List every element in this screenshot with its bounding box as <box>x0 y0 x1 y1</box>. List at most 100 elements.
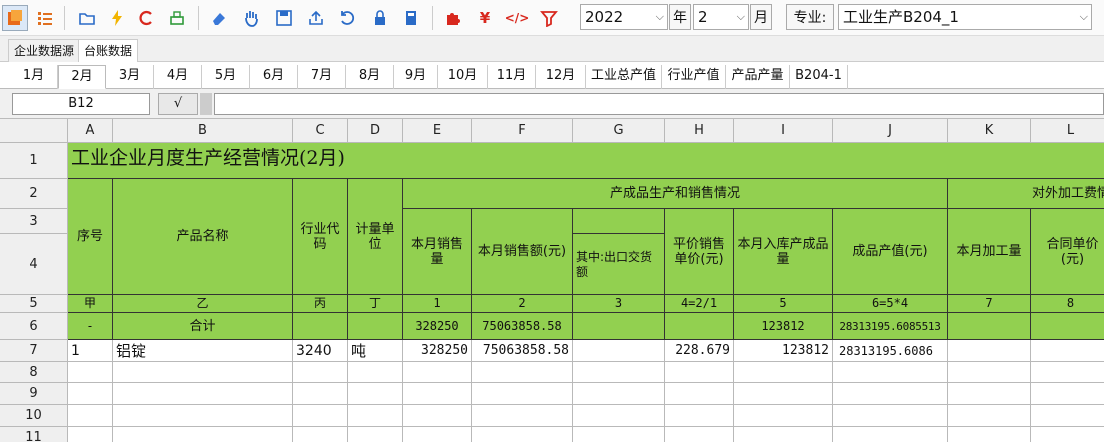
header-processing-fee[interactable]: 对外加工费情 <box>948 179 1104 209</box>
col-header[interactable]: G <box>573 119 665 143</box>
sheet-title[interactable]: 工业企业月度生产经营情况(2月) <box>68 143 1104 179</box>
formula-splitter[interactable] <box>200 93 212 115</box>
empty-cell[interactable] <box>665 362 734 383</box>
header-sales-volume[interactable]: 本月销售量 <box>403 209 472 295</box>
col-header[interactable]: H <box>665 119 734 143</box>
col-header[interactable]: C <box>293 119 348 143</box>
empty-cell[interactable] <box>833 405 948 427</box>
formula-input[interactable] <box>214 93 1104 115</box>
code-cell[interactable]: 6=5*4 <box>833 295 948 313</box>
total-cell[interactable]: 328250 <box>403 313 472 340</box>
data-cell[interactable]: 铝锭 <box>113 340 293 362</box>
header-output-value[interactable]: 成品产值(元) <box>833 209 948 295</box>
col-header[interactable]: B <box>113 119 293 143</box>
empty-cell[interactable] <box>472 405 573 427</box>
empty-cell[interactable] <box>113 362 293 383</box>
total-cell[interactable] <box>348 313 403 340</box>
data-cell[interactable]: 228.679 <box>665 340 734 362</box>
total-cell[interactable]: 123812 <box>734 313 833 340</box>
print-icon[interactable] <box>164 5 190 31</box>
col-header[interactable]: J <box>833 119 948 143</box>
row-header[interactable]: 8 <box>0 362 68 383</box>
month-select[interactable]: 2 ⌵ <box>693 4 749 30</box>
code-cell[interactable]: 1 <box>403 295 472 313</box>
total-cell[interactable]: 28313195.6085513 <box>833 313 948 340</box>
tab-industry-output[interactable]: 行业产值 <box>662 65 726 89</box>
data-cell[interactable]: 1 <box>68 340 113 362</box>
total-cell[interactable] <box>1031 313 1104 340</box>
tab-month-5[interactable]: 5月 <box>202 65 250 89</box>
empty-cell[interactable] <box>348 427 403 442</box>
empty-cell[interactable] <box>348 383 403 405</box>
empty-cell[interactable] <box>68 362 113 383</box>
empty-cell[interactable] <box>833 427 948 442</box>
header-processing-qty[interactable]: 本月加工量 <box>948 209 1031 295</box>
col-header[interactable]: A <box>68 119 113 143</box>
empty-cell[interactable] <box>734 362 833 383</box>
row-header[interactable]: 7 <box>0 340 68 362</box>
empty-cell[interactable] <box>833 383 948 405</box>
row-header[interactable]: 11 <box>0 427 68 442</box>
code-icon[interactable]: </> <box>504 5 530 31</box>
empty-cell[interactable] <box>293 362 348 383</box>
year-select[interactable]: 2022 ⌵ <box>580 4 668 30</box>
empty-cell[interactable] <box>665 405 734 427</box>
data-cell[interactable]: 吨 <box>348 340 403 362</box>
col-header[interactable]: E <box>403 119 472 143</box>
data-cell[interactable]: 3240 <box>293 340 348 362</box>
app-icon[interactable] <box>2 5 28 31</box>
major-select[interactable]: 工业生产B204_1 ⌵ <box>838 4 1092 30</box>
header-export-value[interactable]: 其中:出口交货额 <box>573 234 665 295</box>
code-cell[interactable]: 丙 <box>293 295 348 313</box>
hand-icon[interactable] <box>238 5 264 31</box>
total-cell[interactable]: 75063858.58 <box>472 313 573 340</box>
empty-cell[interactable] <box>833 362 948 383</box>
empty-cell[interactable] <box>293 405 348 427</box>
row-header[interactable]: 4 <box>0 234 68 295</box>
empty-cell[interactable] <box>1031 362 1104 383</box>
tab-month-1[interactable]: 1月 <box>10 65 58 89</box>
empty-cell[interactable] <box>573 383 665 405</box>
empty-cell[interactable] <box>573 405 665 427</box>
col-header[interactable]: D <box>348 119 403 143</box>
data-cell[interactable] <box>573 340 665 362</box>
tab-month-8[interactable]: 8月 <box>346 65 394 89</box>
open-folder-icon[interactable] <box>74 5 100 31</box>
yen-icon[interactable]: ¥ <box>472 5 498 31</box>
lock-icon[interactable] <box>367 5 393 31</box>
empty-cell[interactable] <box>573 362 665 383</box>
calculator-icon[interactable] <box>398 5 424 31</box>
header-stock-in[interactable]: 本月入库产成品量 <box>734 209 833 295</box>
code-cell[interactable]: 8 <box>1031 295 1104 313</box>
empty-cell[interactable] <box>734 383 833 405</box>
empty-cell[interactable] <box>348 405 403 427</box>
empty-cell[interactable] <box>948 427 1031 442</box>
empty-cell[interactable] <box>1031 383 1104 405</box>
header-sales-amount[interactable]: 本月销售额(元) <box>472 209 573 295</box>
total-cell[interactable] <box>573 313 665 340</box>
header-product-name[interactable]: 产品名称 <box>113 179 293 295</box>
code-cell[interactable]: 2 <box>472 295 573 313</box>
empty-cell[interactable] <box>1031 405 1104 427</box>
spreadsheet[interactable]: A B C D E F G H I J K L 1 2 3 4 5 6 7 8 … <box>0 119 1104 442</box>
empty-cell[interactable] <box>665 383 734 405</box>
data-cell[interactable]: 123812 <box>734 340 833 362</box>
code-cell[interactable]: 5 <box>734 295 833 313</box>
row-header[interactable]: 9 <box>0 383 68 405</box>
empty-cell[interactable] <box>403 362 472 383</box>
data-cell[interactable] <box>1031 340 1104 362</box>
header-unit[interactable]: 计量单位 <box>348 179 403 295</box>
total-cell[interactable] <box>948 313 1031 340</box>
lightning-icon[interactable] <box>104 5 130 31</box>
total-cell[interactable] <box>665 313 734 340</box>
empty-cell[interactable] <box>348 362 403 383</box>
total-cell[interactable]: - <box>68 313 113 340</box>
corner-cell[interactable] <box>0 119 68 143</box>
tab-month-10[interactable]: 10月 <box>438 65 488 89</box>
empty-cell[interactable] <box>293 427 348 442</box>
tab-month-11[interactable]: 11月 <box>488 65 536 89</box>
save-icon[interactable] <box>271 5 297 31</box>
col-header[interactable]: F <box>472 119 573 143</box>
tab-product-yield[interactable]: 产品产量 <box>726 65 790 89</box>
eraser-icon[interactable] <box>206 5 232 31</box>
